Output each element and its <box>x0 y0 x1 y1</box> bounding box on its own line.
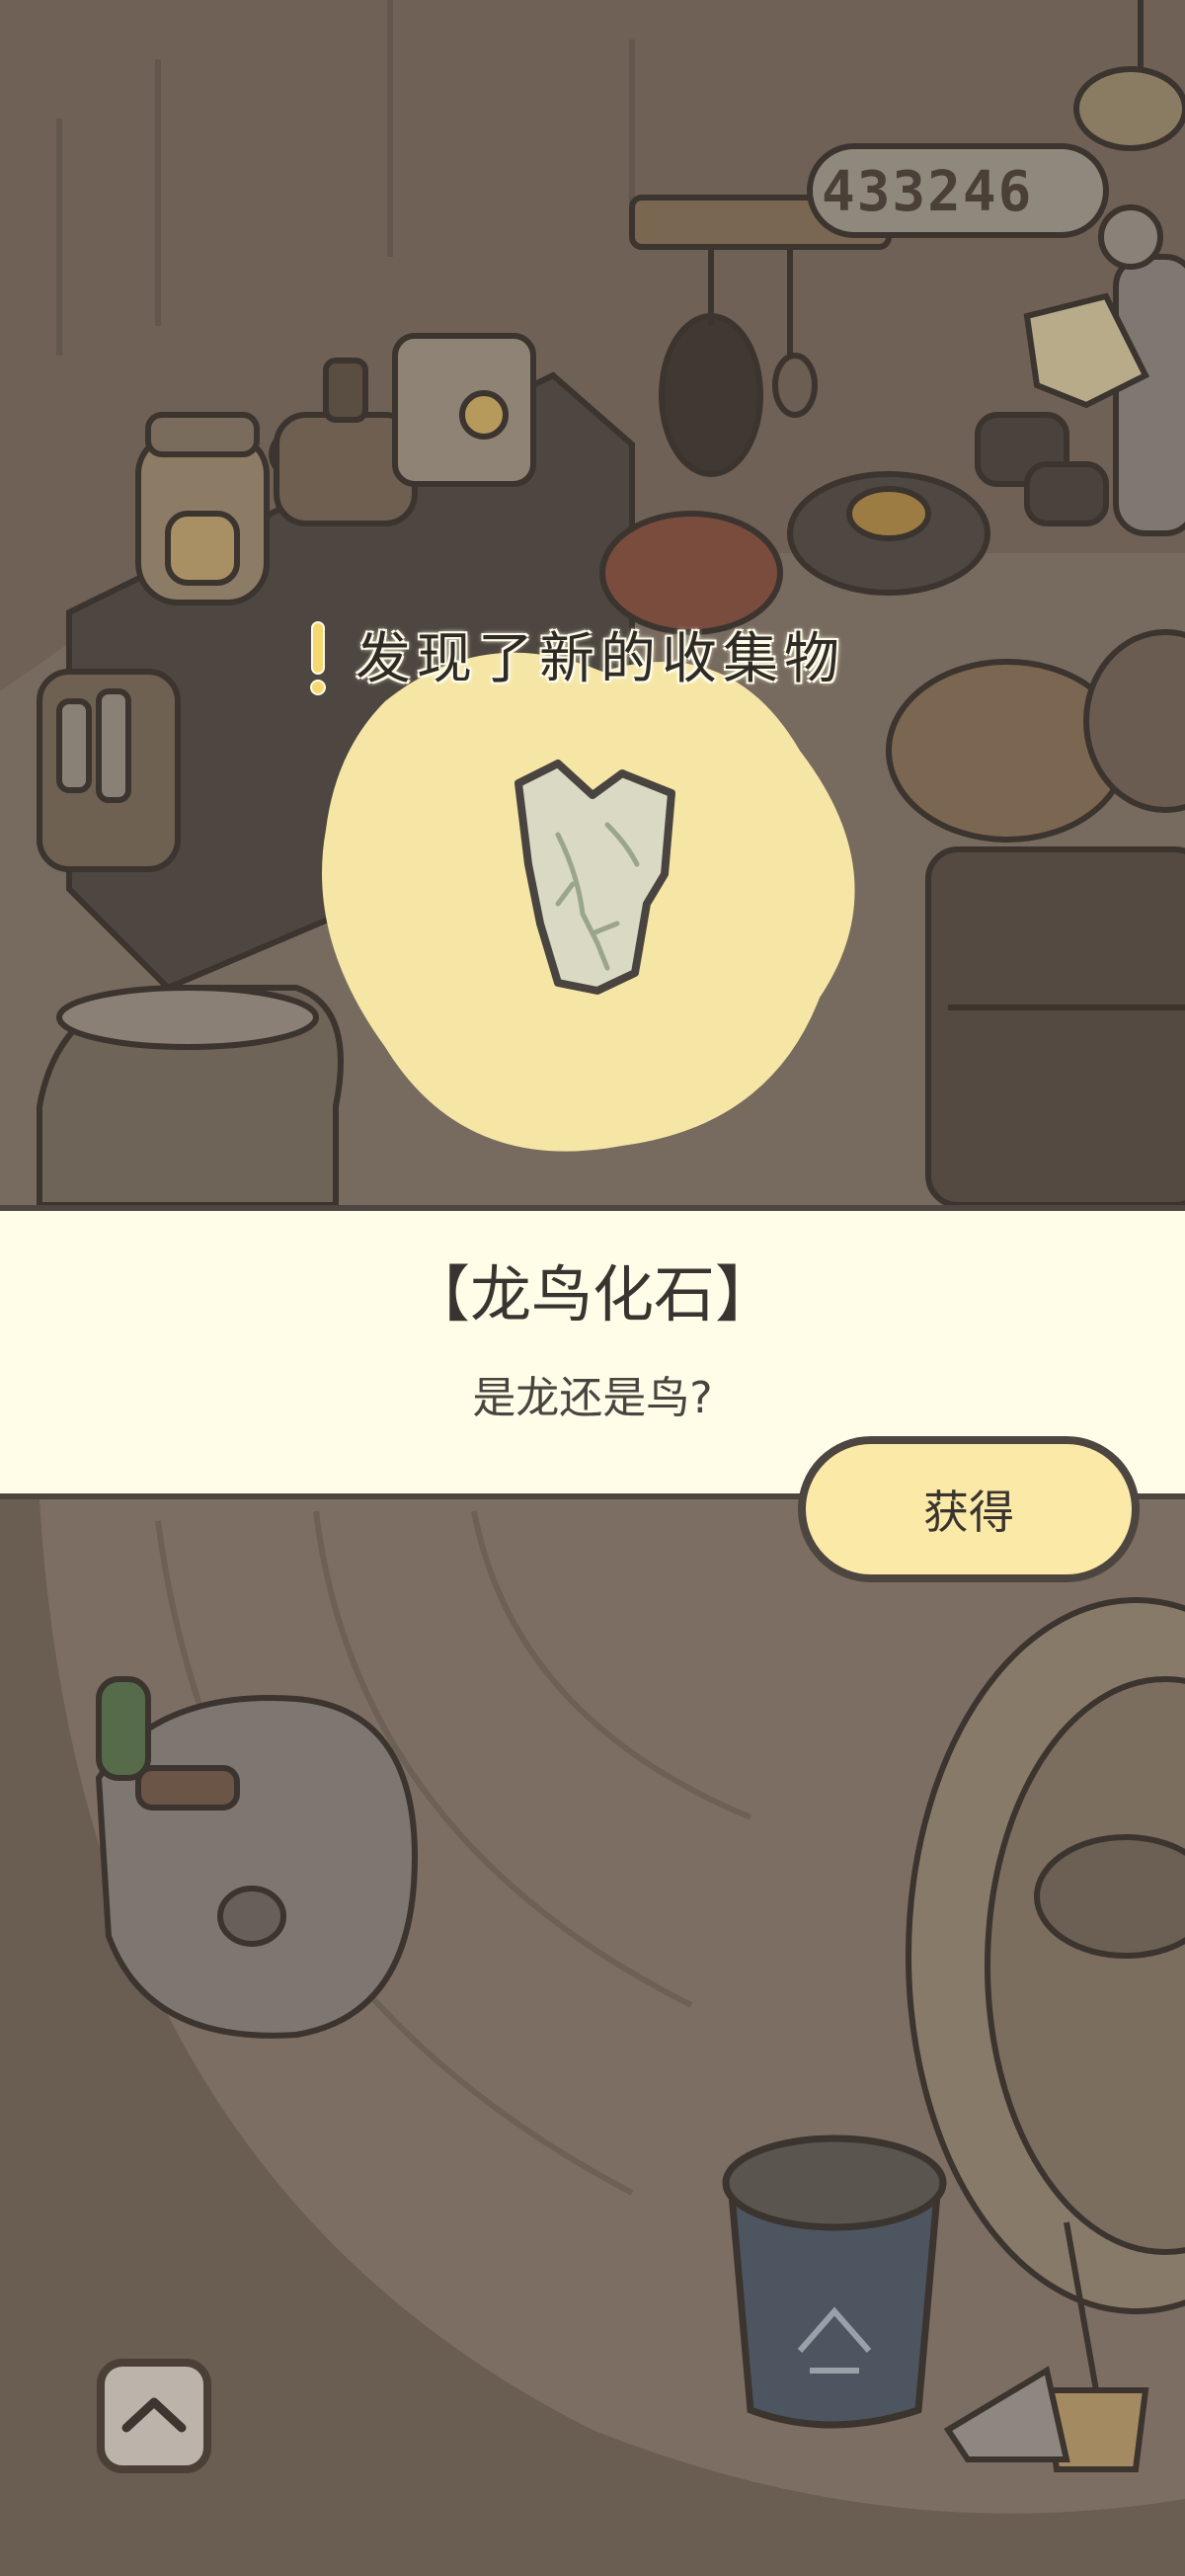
box <box>392 333 536 487</box>
discovery-banner-title: 发现了新的收集物 <box>356 627 845 691</box>
exclamation-icon <box>310 621 326 695</box>
get-button-label: 获得 <box>923 1486 1014 1539</box>
item-description: 是龙还是鸟? <box>472 1373 713 1423</box>
expand-button[interactable] <box>97 2359 211 2473</box>
sink <box>95 1676 419 2039</box>
jar <box>135 412 270 605</box>
clover-counter: 433246 <box>822 160 1034 224</box>
chevron-up-icon <box>121 2397 187 2433</box>
fossil-icon <box>514 760 675 995</box>
item-name: 【龙鸟化石】 <box>408 1258 776 1330</box>
recycle-bin <box>722 2134 947 2429</box>
get-button[interactable]: 获得 <box>798 1436 1140 1582</box>
